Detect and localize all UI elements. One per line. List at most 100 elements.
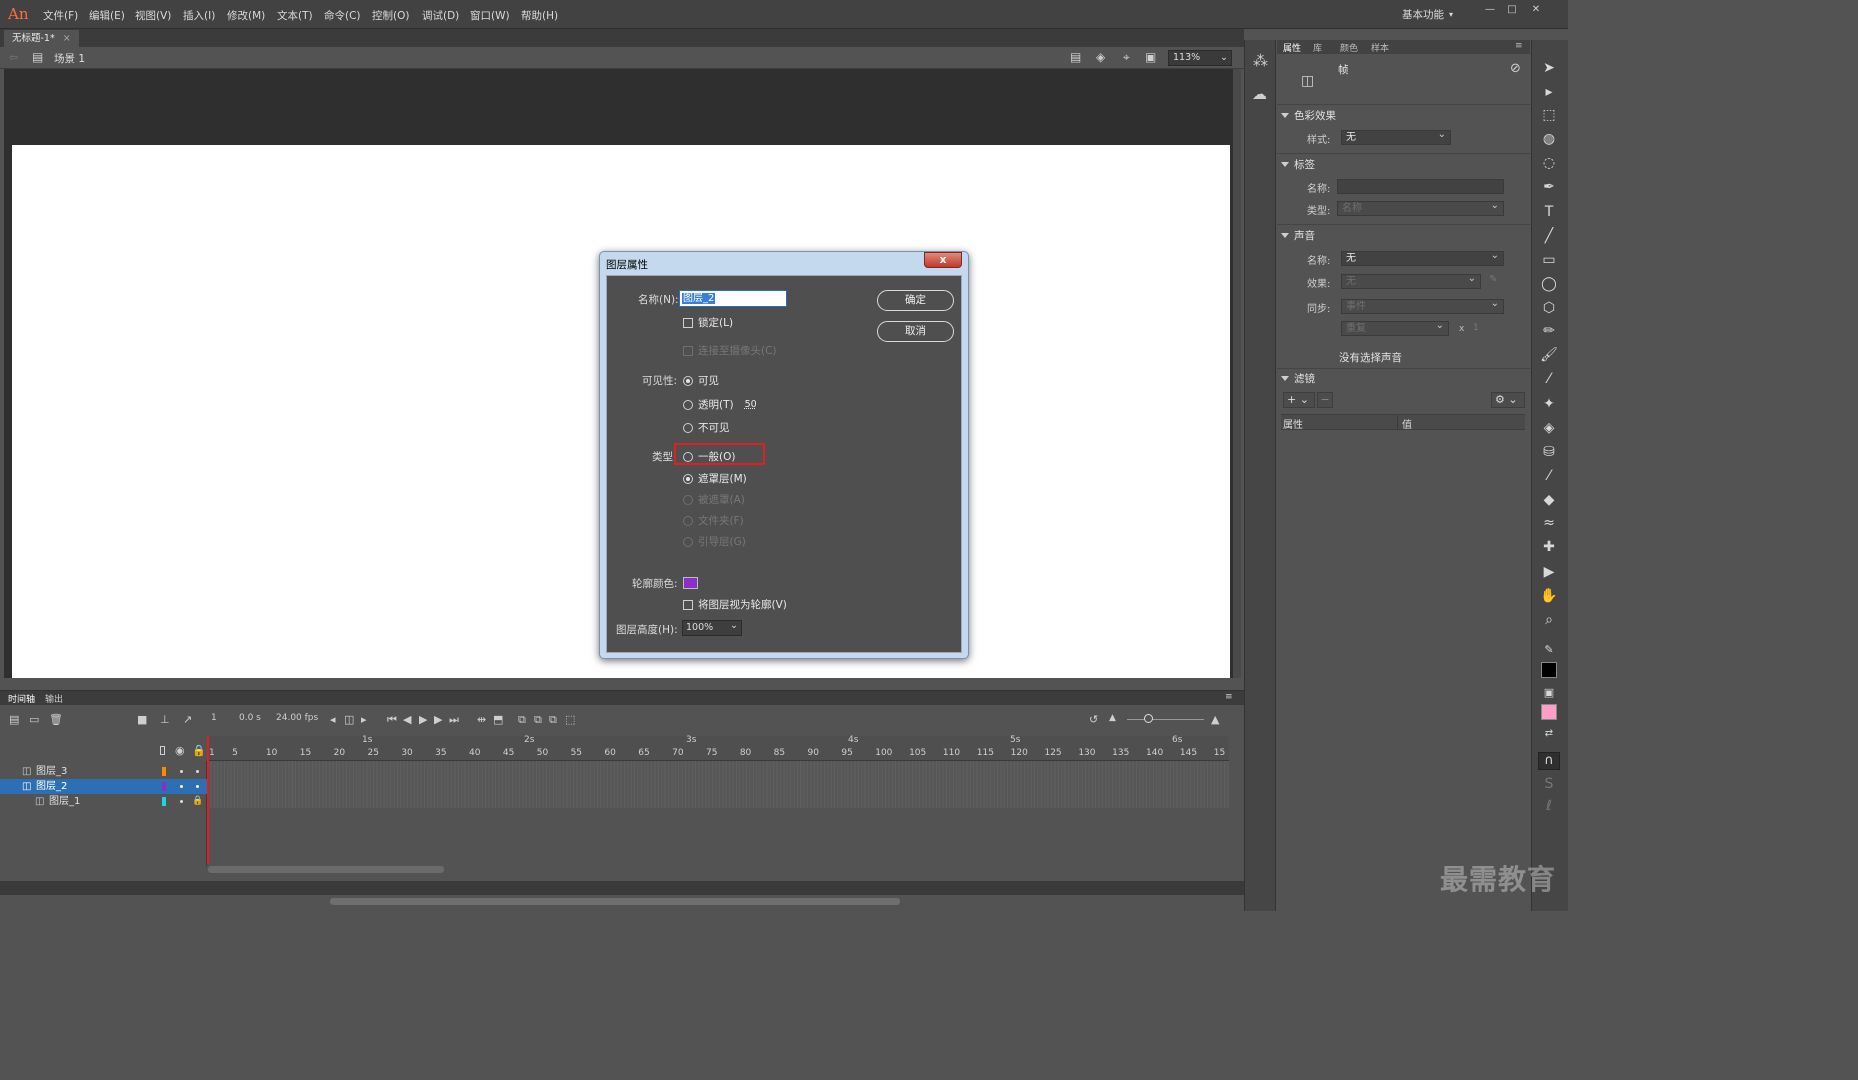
layer-row[interactable]: ◫ 图层_2	[0, 779, 207, 794]
layer-height-select[interactable]: 100% ⌄	[682, 620, 742, 636]
edit-scene-icon[interactable]: ▤	[1070, 50, 1081, 64]
text-tool-icon[interactable]: T	[1538, 202, 1560, 222]
elapsed-time[interactable]: 0.0 s	[239, 713, 261, 723]
stage-scrollbar[interactable]	[1233, 69, 1241, 678]
hand-tool-icon[interactable]: ✋	[1538, 586, 1560, 606]
frames-grid[interactable]	[207, 761, 1229, 808]
visibility-dot[interactable]	[180, 785, 183, 788]
motion-presets-icon[interactable]: ⁂	[1253, 52, 1268, 70]
zoom-field[interactable]: 113% ⌄	[1168, 50, 1232, 66]
invisible-radio[interactable]: 不可见	[683, 420, 730, 435]
new-folder-icon[interactable]: ▭	[29, 713, 39, 726]
undo-zoom-icon[interactable]: ↺	[1089, 713, 1098, 726]
graph-icon[interactable]: ↗	[183, 713, 192, 726]
layer-row[interactable]: ◫ 图层_3	[0, 764, 207, 779]
fill-color-icon[interactable]: ▣	[1538, 683, 1560, 703]
width-tool-icon[interactable]: ≈	[1538, 513, 1560, 533]
swap-colors-icon[interactable]: ⇄	[1538, 724, 1560, 744]
zoom-slider-handle[interactable]	[1144, 714, 1153, 723]
smooth-icon[interactable]: S	[1538, 774, 1560, 794]
visible-radio[interactable]: 可见	[683, 373, 719, 388]
stroke-color-icon[interactable]: ✎	[1538, 640, 1560, 660]
transparent-radio[interactable]: 透明(T) 50	[683, 397, 757, 412]
clip-content-icon[interactable]: ▣	[1145, 50, 1156, 64]
close-tab-icon[interactable]: ×	[63, 30, 71, 47]
layer-outline-color[interactable]	[162, 782, 166, 791]
go-first-frame-icon[interactable]: ⏮	[387, 713, 397, 727]
lock-icon[interactable]: 🔒	[192, 794, 203, 809]
zoom-slider-track[interactable]	[1127, 719, 1204, 720]
paint-bucket-tool-icon[interactable]: ◈	[1538, 418, 1560, 438]
lock-dot[interactable]	[196, 785, 199, 788]
bone-tool-icon[interactable]: ✦	[1538, 394, 1560, 414]
tab-output[interactable]: 输出	[45, 692, 63, 705]
cc-libraries-icon[interactable]: ☁	[1252, 85, 1267, 103]
zoom-in-icon[interactable]: ▲	[1211, 713, 1219, 726]
zoom-out-icon[interactable]: ▲	[1109, 713, 1116, 723]
menu-modify[interactable]: 修改(M)	[227, 8, 265, 23]
tab-library[interactable]: 库	[1313, 41, 1322, 54]
ok-button[interactable]: 确定	[877, 290, 954, 311]
onion-skin-icon[interactable]: ⧉	[518, 713, 526, 727]
frame-ruler[interactable]	[207, 736, 1229, 761]
type-mask-radio[interactable]: 遮罩层(M)	[683, 471, 747, 486]
transparency-value[interactable]: 50	[745, 399, 757, 410]
loop-icon[interactable]: ⇹	[477, 713, 486, 726]
subselection-tool-icon[interactable]: ▸	[1538, 82, 1560, 102]
cancel-button[interactable]: 取消	[877, 321, 954, 342]
asset-warp-tool-icon[interactable]: ✚	[1538, 537, 1560, 557]
selection-tool-icon[interactable]: ➤	[1538, 58, 1560, 78]
menu-help[interactable]: 帮助(H)	[521, 8, 558, 23]
stage-horizontal-scrollbar[interactable]	[330, 898, 900, 905]
document-tab[interactable]: 无标题-1* ×	[4, 30, 79, 47]
menu-file[interactable]: 文件(F)	[43, 8, 78, 23]
delete-layer-icon[interactable]: 🗑	[49, 713, 63, 726]
edit-symbol-icon[interactable]: ◈	[1096, 50, 1105, 64]
tab-timeline[interactable]: 时间轴	[8, 692, 35, 705]
line-tool-icon[interactable]: ╱	[1538, 226, 1560, 246]
parent-view-icon[interactable]: ⊥	[160, 713, 170, 726]
add-keyframe-icon[interactable]: ◫	[344, 713, 354, 726]
step-back-icon[interactable]: ◀	[403, 713, 411, 726]
menu-debug[interactable]: 调试(D)	[422, 8, 459, 23]
maximize-icon[interactable]: □	[1502, 3, 1522, 17]
edit-multiple-frames-icon[interactable]: ⧉	[549, 713, 557, 727]
minimize-icon[interactable]: —	[1480, 3, 1500, 17]
ink-bottle-tool-icon[interactable]: ⛁	[1538, 442, 1560, 462]
outline-column-icon[interactable]	[160, 746, 165, 755]
center-frame-icon[interactable]: ⬒	[493, 713, 503, 726]
view-as-outline-checkbox[interactable]: 将图层视为轮廓(V)	[683, 597, 787, 612]
tab-properties[interactable]: 属性	[1283, 41, 1301, 54]
visibility-dot[interactable]	[180, 770, 183, 773]
lock-icon[interactable]: 🔒	[192, 744, 206, 757]
layer-name[interactable]: 图层_1	[49, 794, 80, 809]
layer-name[interactable]: 图层_2	[36, 779, 67, 794]
menu-edit[interactable]: 编辑(E)	[89, 8, 125, 23]
style-select[interactable]: 无	[1341, 128, 1451, 145]
rectangle-tool-icon[interactable]: ▭	[1538, 250, 1560, 270]
layer-name[interactable]: 图层_3	[36, 764, 67, 779]
menu-control[interactable]: 控制(O)	[372, 8, 409, 23]
lasso-tool-icon[interactable]: ◌	[1538, 153, 1560, 173]
dialog-close-button[interactable]: x	[924, 252, 962, 268]
eraser-tool-icon[interactable]: ◆	[1538, 490, 1560, 510]
sound-name-select[interactable]: 无	[1341, 249, 1504, 266]
step-forward-icon[interactable]: ▶	[434, 713, 442, 726]
tab-color[interactable]: 颜色	[1340, 41, 1358, 54]
section-sound[interactable]: 声音	[1281, 228, 1315, 243]
menu-commands[interactable]: 命令(C)	[324, 8, 361, 23]
type-normal-radio[interactable]: 一般(O)	[683, 449, 735, 464]
scene-label[interactable]: 场景 1	[54, 51, 85, 66]
eye-icon[interactable]: ◉	[175, 744, 185, 757]
zoom-tool-icon[interactable]: ⌕	[1538, 610, 1560, 630]
workspace-switcher[interactable]: 基本功能 ▾	[1402, 6, 1472, 23]
timeline-scrollbar[interactable]	[208, 866, 444, 873]
new-layer-icon[interactable]: ▤	[9, 713, 19, 726]
3d-rotation-tool-icon[interactable]: ◍	[1538, 129, 1560, 149]
free-transform-tool-icon[interactable]: ⬚	[1538, 105, 1560, 125]
panel-menu-icon[interactable]: ≡	[1515, 41, 1523, 51]
eyedropper-tool-icon[interactable]: ⁄	[1538, 466, 1560, 486]
modify-markers-icon[interactable]: ⬚	[565, 713, 575, 726]
panel-menu-icon[interactable]: ≡	[1225, 692, 1233, 702]
pen-tool-icon[interactable]: ✒	[1538, 177, 1560, 197]
